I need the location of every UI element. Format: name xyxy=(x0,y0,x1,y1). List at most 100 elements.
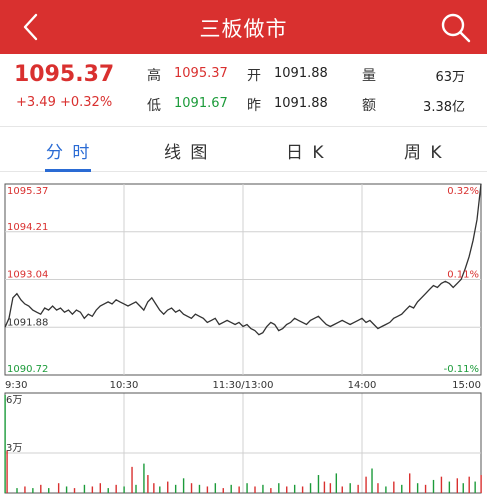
volume-bar xyxy=(323,481,326,493)
volume-bar xyxy=(409,473,411,493)
volume-bar xyxy=(6,450,8,493)
volume-bar xyxy=(357,484,359,493)
volume-bar xyxy=(99,483,101,493)
volume-bar xyxy=(293,484,296,493)
chart-grid xyxy=(4,183,482,494)
volume-labels: 6万 3万 xyxy=(6,395,22,454)
y-tick-label-right: 0.11% xyxy=(447,270,479,281)
volume-bar xyxy=(424,484,427,493)
volume-bar xyxy=(159,486,161,493)
amount-label: 额 xyxy=(362,98,376,114)
volume-max-label: 6万 xyxy=(6,395,22,406)
x-axis-labels: 9:30 10:30 11:30/13:00 14:00 15:00 xyxy=(5,380,481,391)
volume-bar xyxy=(385,486,387,493)
chart-tabs: 分 时 线 图 日 K 周 K xyxy=(0,126,487,172)
volume-bar xyxy=(377,483,379,493)
tab-daily-k[interactable]: 日 K xyxy=(286,138,326,163)
volume-bar xyxy=(73,488,76,493)
volume-bar xyxy=(107,488,109,493)
volume-bar xyxy=(468,476,470,493)
y-tick-label-left: 1094.21 xyxy=(7,222,48,233)
quote-panel: 1095.37 +3.49 +0.32% 高 1095.37 低 1091.67… xyxy=(0,54,487,126)
x-tick-label: 9:30 xyxy=(5,380,27,391)
volume-value: 63万 xyxy=(435,70,465,85)
volume-bar xyxy=(480,475,482,493)
volume-bar xyxy=(147,475,149,493)
volume-bar xyxy=(278,483,280,493)
y-tick-label-left: 1093.04 xyxy=(7,270,48,281)
y-tick-label-left: 1095.37 xyxy=(7,186,48,197)
tab-intraday[interactable]: 分 时 xyxy=(46,138,91,163)
volume-label: 量 xyxy=(362,68,376,84)
y-tick-label-right: 0.32% xyxy=(447,186,479,197)
volume-bar xyxy=(83,484,86,493)
volume-bar xyxy=(32,488,34,493)
high-label: 高 xyxy=(147,68,161,84)
volume-bar xyxy=(335,473,338,493)
volume-bar xyxy=(115,484,117,493)
x-tick-label: 15:00 xyxy=(452,380,481,391)
change-percent: +0.32% xyxy=(59,95,113,110)
volume-bar xyxy=(135,484,137,493)
volume-mid-label: 3万 xyxy=(6,443,22,454)
volume-bar xyxy=(182,478,185,493)
title-bar: 三板做市 xyxy=(0,0,487,54)
tab-weekly-k[interactable]: 周 K xyxy=(404,138,444,163)
volume-bar xyxy=(131,466,133,493)
volume-bar xyxy=(349,483,351,493)
volume-bar xyxy=(222,488,224,493)
x-tick-label: 14:00 xyxy=(348,380,377,391)
high-value: 1095.37 xyxy=(174,66,228,81)
prev-close-value: 1091.88 xyxy=(274,96,328,111)
volume-bar xyxy=(401,484,403,493)
price-change: +3.49 +0.32% xyxy=(16,95,112,110)
volume-bar xyxy=(286,486,288,493)
volume-bar xyxy=(254,486,256,493)
volume-bar xyxy=(167,481,169,493)
y-tick-label-left: 1090.72 xyxy=(7,364,48,375)
intraday-chart: 1095.37 1094.21 1093.04 1091.88 1090.72 0.32%… xyxy=(4,183,482,494)
volume-bar xyxy=(40,484,42,493)
page-title: 三板做市 xyxy=(199,17,288,41)
volume-bar xyxy=(230,484,232,493)
volume-bar xyxy=(448,481,451,493)
volume-bar xyxy=(65,486,68,493)
volume-bar xyxy=(456,478,458,493)
x-tick-label: 10:30 xyxy=(110,380,139,391)
y-tick-label-right: -0.11% xyxy=(444,364,479,375)
amount-value: 3.38亿 xyxy=(423,100,465,115)
volume-bar xyxy=(416,483,419,493)
volume-bar xyxy=(48,488,50,493)
volume-bar xyxy=(206,486,209,493)
volume-bar xyxy=(474,481,476,493)
volume-bar xyxy=(329,483,332,493)
volume-bar xyxy=(309,483,312,493)
volume-bar xyxy=(174,484,177,493)
open-label: 开 xyxy=(247,68,261,84)
volume-bar xyxy=(270,488,272,493)
volume-bar xyxy=(123,486,125,493)
volume-bar xyxy=(198,484,201,493)
low-value: 1091.67 xyxy=(174,96,228,111)
volume-bar xyxy=(440,476,443,493)
prev-close-label: 昨 xyxy=(247,98,261,114)
search-icon[interactable] xyxy=(437,9,473,45)
volume-bar xyxy=(301,486,304,493)
volume-bar xyxy=(16,488,18,493)
volume-bar xyxy=(214,483,217,493)
volume-bar xyxy=(153,483,155,493)
volume-bar xyxy=(317,475,320,493)
volume-bar xyxy=(262,484,264,493)
volume-bar xyxy=(462,483,464,493)
tab-line-chart[interactable]: 线 图 xyxy=(164,138,209,163)
change-value: +3.49 xyxy=(16,95,56,110)
volume-bar xyxy=(246,483,248,493)
volume-bar xyxy=(371,468,373,493)
volume-bar xyxy=(365,476,367,493)
low-label: 低 xyxy=(147,98,161,114)
volume-bar xyxy=(57,483,60,493)
x-tick-label: 11:30/13:00 xyxy=(212,380,273,391)
volume-bar xyxy=(341,486,343,493)
volume-bar xyxy=(190,483,193,493)
volume-bar xyxy=(238,486,240,493)
